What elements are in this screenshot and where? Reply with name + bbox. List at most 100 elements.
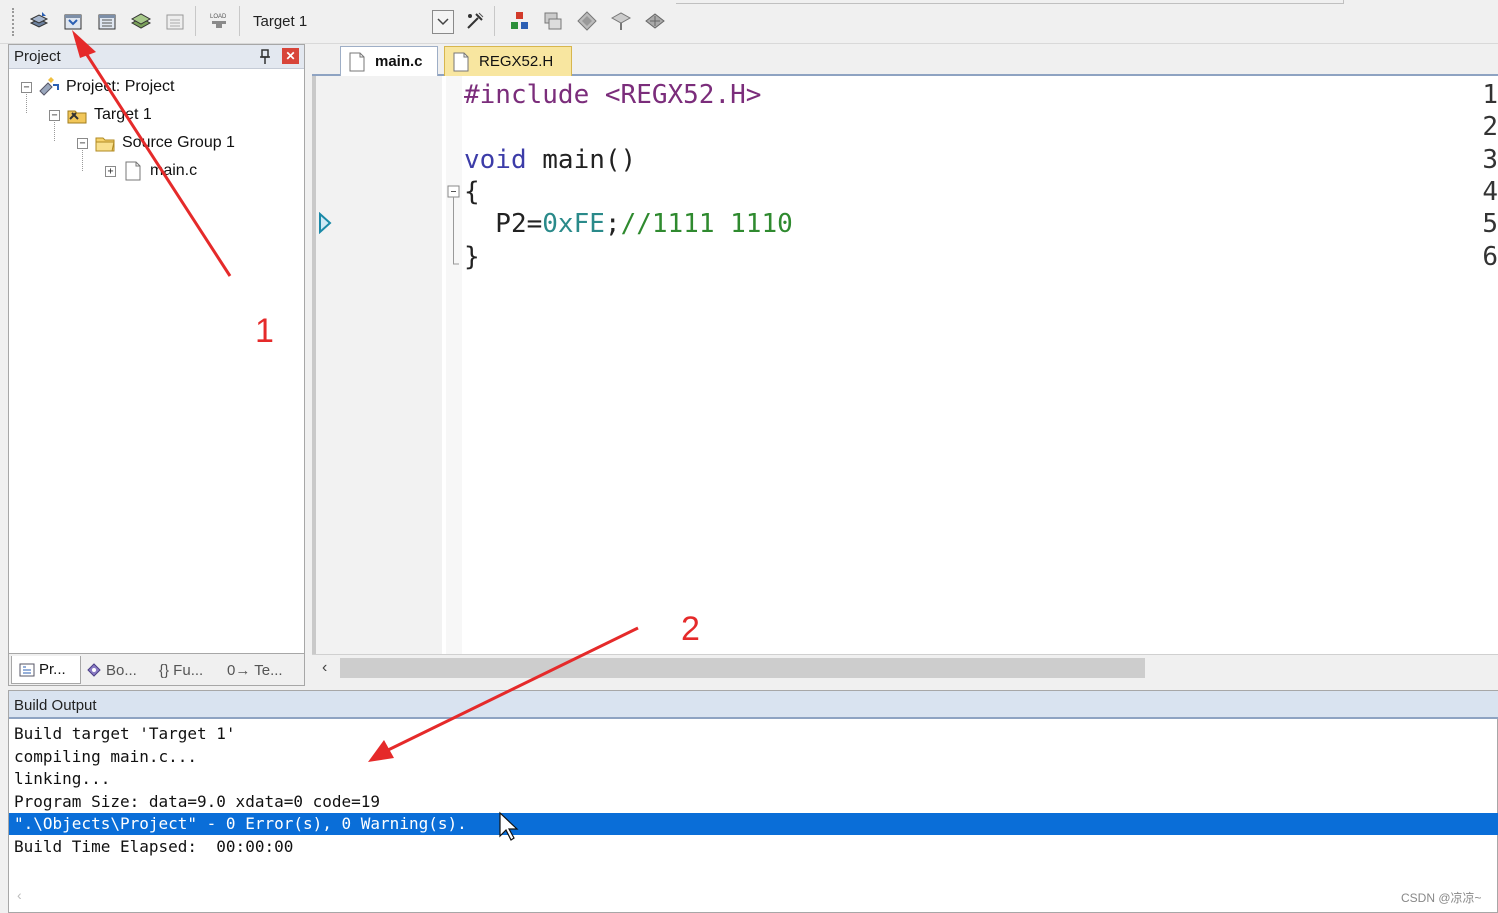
line-number: 1 <box>1482 80 1498 110</box>
editor-horizontal-scrollbar[interactable]: ‹ <box>312 654 1498 682</box>
line-number: 4 <box>1482 176 1498 207</box>
select-packs-icon[interactable] <box>540 8 566 34</box>
collapse-icon[interactable]: − <box>77 137 88 149</box>
line-number: 2 <box>1482 112 1498 143</box>
build-output-line: ".\Objects\Project" - 0 Error(s), 0 Warn… <box>14 814 467 833</box>
tree-item-label: Target 1 <box>94 106 152 123</box>
toolbar-separator <box>494 6 495 36</box>
code-line[interactable]: P2=0xFE;//1111 1110 <box>464 209 793 240</box>
code-editor[interactable]: 1 #include <REGX52.H> 2 3 void main() 4{5 P2=… <box>312 76 1498 654</box>
build-output-title: Build Output <box>14 697 97 714</box>
tab-project[interactable]: Pr... <box>11 656 81 684</box>
download-icon[interactable]: LOAD <box>206 8 232 34</box>
build-output-panel: Build Output ‹ Build target 'Target 1' co… <box>8 690 1498 913</box>
line-number: 3 <box>1482 144 1498 175</box>
collapse-icon[interactable]: − <box>21 81 32 93</box>
tab-regx52-h[interactable]: REGX52.H <box>444 46 572 76</box>
manage-run-time-icon[interactable] <box>608 8 634 34</box>
code-token: 0xFE <box>542 209 605 240</box>
code-token: #include <box>464 80 605 110</box>
code-line[interactable]: void main() <box>464 145 636 175</box>
tab-label: 0→ Te... <box>227 661 283 679</box>
tab-label: main.c <box>375 53 423 70</box>
chevron-down-icon[interactable] <box>432 10 454 34</box>
target-options-icon[interactable] <box>462 8 488 34</box>
editor-tab-bar: main.c REGX52.H <box>312 44 1498 76</box>
scrollbar-thumb[interactable] <box>340 658 1145 678</box>
tree-item-label: Source Group 1 <box>122 134 235 151</box>
file-icon <box>349 52 365 71</box>
fold-marker-icon[interactable] <box>446 182 462 272</box>
project-icon <box>38 77 60 97</box>
code-token: P2= <box>464 209 543 240</box>
tree-item-source-group[interactable]: − Source Group 1 <box>77 130 235 156</box>
translate-icon[interactable] <box>26 8 52 34</box>
code-line[interactable]: } <box>464 242 480 272</box>
line-number: 6 <box>1482 241 1498 272</box>
code-line[interactable]: { <box>464 177 480 207</box>
build-output-header: Build Output <box>9 691 1498 719</box>
tab-functions[interactable]: {} Fu... <box>159 656 225 684</box>
event-recorder-icon[interactable] <box>642 8 668 34</box>
build-output-line: Build Time Elapsed: 00:00:00 <box>14 836 294 856</box>
stop-build-icon[interactable] <box>162 8 188 34</box>
uvision-window: LOAD Target 1 Project ✕ − Project: Proje… <box>0 0 1498 913</box>
tab-templates[interactable]: 0→ Te... <box>227 656 297 684</box>
toolbar-separator <box>195 6 196 36</box>
manage-components-icon[interactable] <box>506 8 532 34</box>
watermark: CSDN @凉凉~ <box>1401 891 1482 905</box>
tree-item-main-c[interactable]: + main.c <box>105 158 197 184</box>
build-toolbar: LOAD Target 1 <box>0 0 1498 44</box>
rebuild-icon[interactable] <box>94 8 120 34</box>
project-panel-header: Project ✕ <box>9 45 304 69</box>
tab-label: REGX52.H <box>479 53 554 70</box>
fold-column <box>446 76 462 654</box>
project-panel-tabs: Pr... Bo... {} Fu... 0→ Te... <box>9 653 304 685</box>
project-panel: Project ✕ − Project: Project − Target 1 … <box>8 44 305 686</box>
target-select-value[interactable]: Target 1 <box>253 13 307 30</box>
toolbar-divider <box>676 0 1344 4</box>
code-line[interactable]: #include <REGX52.H> <box>464 80 761 110</box>
file-icon <box>453 52 469 71</box>
project-tab-icon <box>19 663 35 676</box>
pin-icon[interactable] <box>258 49 272 65</box>
tree-item-label: main.c <box>150 162 198 179</box>
file-icon <box>122 161 144 181</box>
close-icon[interactable]: ✕ <box>282 48 299 64</box>
tree-item-label: Project: Project <box>66 78 175 95</box>
code-token: void <box>464 144 527 175</box>
collapse-icon[interactable]: − <box>49 109 60 121</box>
tree-item-project[interactable]: − Project: Project <box>21 74 174 100</box>
tab-main-c[interactable]: main.c <box>340 46 438 76</box>
svg-text:LOAD: LOAD <box>210 14 227 20</box>
code-token: { <box>464 176 480 207</box>
expand-icon[interactable]: + <box>105 165 116 177</box>
build-output-line: Program Size: data=9.0 xdata=0 code=19 <box>14 791 381 811</box>
code-token: main() <box>526 144 637 175</box>
line-number-gutter <box>316 76 442 654</box>
toolbar-grip[interactable] <box>12 8 15 36</box>
batch-build-icon[interactable] <box>128 8 154 34</box>
pack-installer-icon[interactable] <box>574 8 600 34</box>
build-icon[interactable] <box>60 8 86 34</box>
target-icon <box>66 105 88 125</box>
line-number: 5 <box>1482 209 1498 240</box>
code-token: } <box>464 241 480 272</box>
build-output-line: linking... <box>14 769 111 788</box>
annotation-label-2: 2 <box>681 610 700 648</box>
annotation-label-1: 1 <box>255 312 274 350</box>
toolbar-separator <box>239 6 240 36</box>
tab-label: {} Fu... <box>159 661 204 679</box>
code-token: <REGX52.H> <box>604 80 762 110</box>
build-output-line: compiling main.c... <box>14 746 198 766</box>
build-output-line: Build target 'Target 1' <box>14 724 236 743</box>
scroll-left-icon[interactable]: ‹ <box>17 887 22 903</box>
tree-item-target[interactable]: − Target 1 <box>49 102 152 128</box>
scroll-left-icon[interactable]: ‹ <box>322 659 327 677</box>
code-token: ; <box>604 209 621 240</box>
books-icon <box>87 663 101 677</box>
project-panel-title: Project <box>14 48 61 65</box>
code-token: //1111 1110 <box>620 209 793 240</box>
folder-icon <box>94 133 116 153</box>
tab-books[interactable]: Bo... <box>85 656 155 684</box>
